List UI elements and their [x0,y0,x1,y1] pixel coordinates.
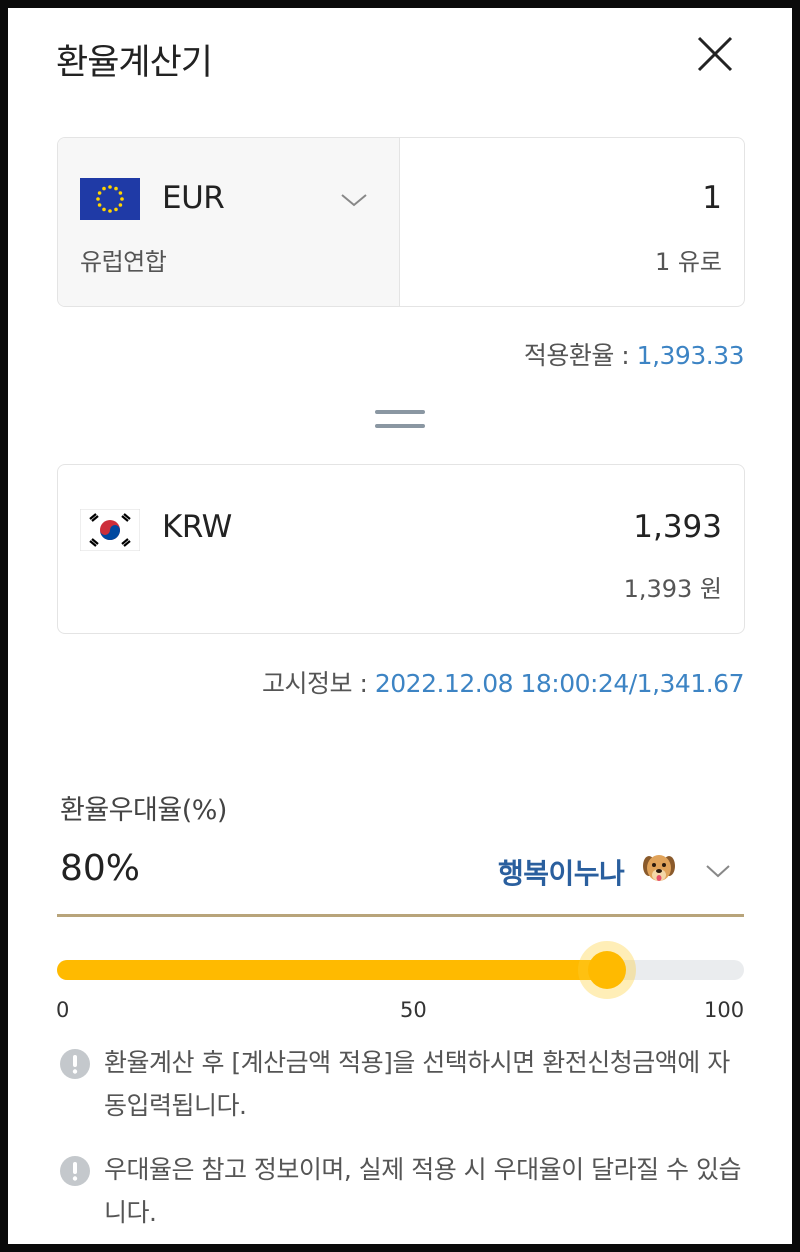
from-amount-input[interactable]: 1 [702,180,722,216]
kr-flag-icon [80,509,140,551]
close-icon[interactable] [693,32,737,76]
from-currency-select[interactable]: EUR 유럽연합 [58,138,400,306]
note-item: 환율계산 후 [계산금액 적용]을 선택하시면 환전신청금액에 자동입력됩니다. [60,1041,750,1127]
to-amount: 1,393 [633,509,722,545]
to-amount-text: 1,393 원 [623,575,722,603]
dog-emoji-icon [643,855,675,881]
applied-rate-value: 1,393.33 [636,341,745,370]
equals-icon [375,408,425,430]
exclamation-info-icon [60,1049,90,1079]
note-item: 우대율은 참고 정보이며, 실제 적용 시 우대율이 달라질 수 있습니다. [60,1148,750,1234]
slider-tick-mid: 50 [400,998,427,1022]
from-currency-card: EUR 유럽연합 1 1 유로 [57,137,745,307]
preference-option-name: 행복이누나 [498,857,625,890]
slider-tick-max: 100 [704,998,745,1022]
exclamation-info-icon [60,1156,90,1186]
from-amount-text: 1 유로 [654,248,722,276]
slider-tick-min: 0 [56,998,70,1022]
slider-fill [57,960,617,980]
notice-label: 고시정보 : [262,669,375,698]
applied-rate-label: 적용환율 : [523,341,637,370]
note-text: 우대율은 참고 정보이며, 실제 적용 시 우대율이 달라질 수 있습니다. [104,1155,741,1227]
to-currency-code: KRW [162,509,232,545]
to-currency-card: KRW 1,393 1,393 원 [57,464,745,634]
preference-value: 80% [60,848,141,889]
preference-underline [57,914,744,917]
exchange-calculator-sheet: 환율계산기 EUR 유럽연합 1 1 유로 적용환율: 1,393.33 KR… [8,8,792,1244]
applied-rate: 적용환율 : 1,393.33 [523,336,745,372]
chevron-down-icon [706,865,730,878]
slider-knob[interactable] [587,951,626,989]
eu-flag-icon [80,178,140,220]
chevron-down-icon [341,194,367,207]
preference-label: 환율우대율(%) [60,795,227,826]
preference-slider[interactable] [57,941,744,999]
preference-option-select[interactable]: 행복이누나 [498,848,744,896]
notice-info: 고시정보 : 2022.12.08 18:00:24/1,341.67 [262,664,744,700]
from-currency-code: EUR [162,180,225,216]
note-text: 환율계산 후 [계산금액 적용]을 선택하시면 환전신청금액에 자동입력됩니다. [104,1048,730,1120]
notice-value: 2022.12.08 18:00:24/1,341.67 [374,669,745,698]
from-currency-name: 유럽연합 [80,248,167,276]
page-title: 환율계산기 [56,43,213,83]
